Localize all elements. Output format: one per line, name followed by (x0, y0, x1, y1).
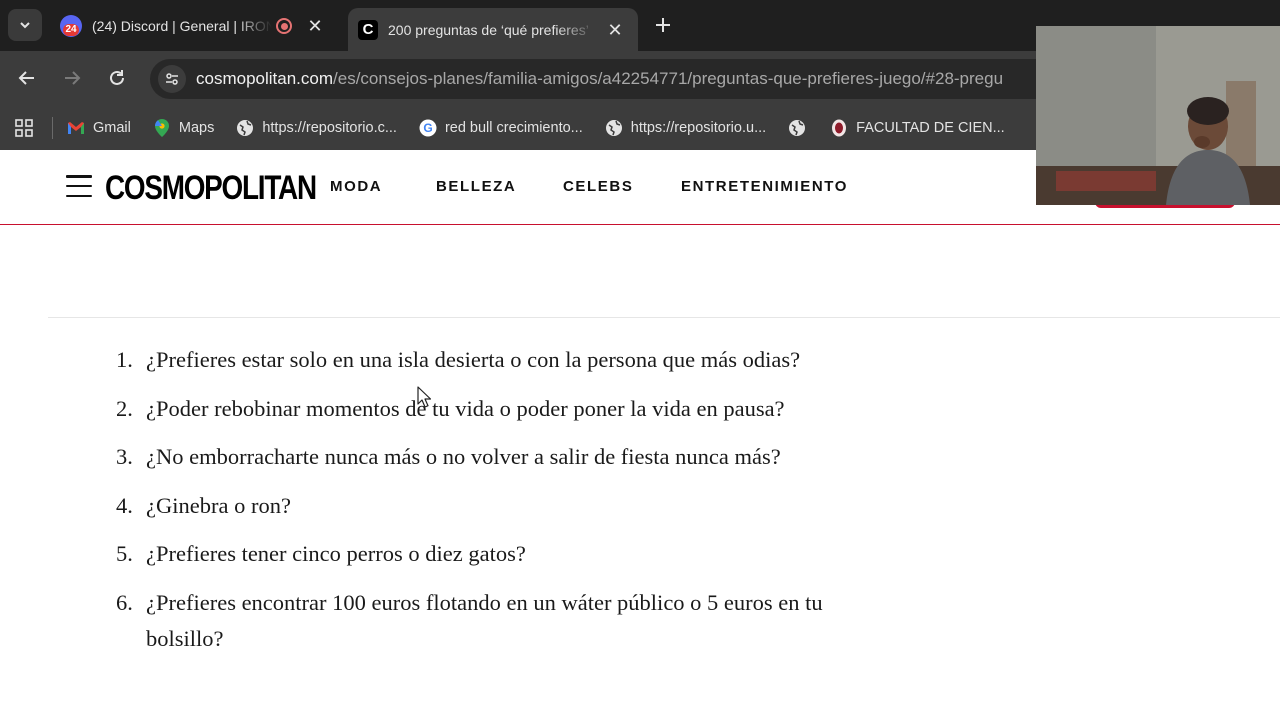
reload-button[interactable] (102, 63, 132, 93)
maps-icon (153, 119, 171, 137)
question-text: ¿No emborracharte nunca más o no volver … (146, 444, 781, 469)
chevron-down-icon (20, 22, 30, 29)
university-icon (830, 119, 848, 137)
bookmark-label: https://repositorio.u... (630, 120, 767, 136)
bookmark-label: https://repositorio.c... (262, 120, 397, 136)
list-item: 1. ¿Prefieres estar solo en una isla desi… (100, 342, 900, 378)
bookmark-label: Maps (178, 120, 215, 136)
site-settings-icon[interactable] (158, 65, 186, 93)
reload-icon (110, 70, 124, 85)
nav-celebs[interactable]: CELEBS (563, 178, 633, 195)
question-text: ¿Poder rebobinar momentos de tu vida o p… (146, 395, 785, 421)
bookmark-repositorio-c[interactable]: https://repositorio.c... (236, 119, 397, 137)
bookmark-label: red bull crecimiento... (444, 120, 583, 136)
new-tab-button[interactable] (650, 12, 676, 38)
discord-badge: 24 (63, 24, 79, 36)
list-item: 6. ¿Prefieres encontrar 100 euros flotand… (100, 585, 900, 657)
globe-icon (788, 119, 806, 137)
bookmark-untitled[interactable] (788, 119, 806, 137)
bookmark-maps[interactable]: Maps (153, 119, 214, 137)
question-text: ¿Prefieres tener cinco perros o diez gat… (146, 541, 526, 566)
close-tab-icon[interactable]: ✕ (606, 21, 624, 39)
menu-icon[interactable] (66, 175, 92, 197)
bookmark-repositorio-u[interactable]: https://repositorio.u... (605, 119, 766, 137)
google-icon: G (419, 119, 437, 137)
globe-icon (605, 119, 623, 137)
back-button[interactable] (12, 63, 42, 93)
question-text: ¿Prefieres estar solo en una isla desier… (146, 347, 801, 372)
bookmark-gmail[interactable]: Gmail (67, 119, 131, 137)
favicon-letter: C (362, 21, 374, 38)
list-item: 5. ¿Prefieres tener cinco perros o diez g… (100, 536, 900, 572)
bookmark-facultad[interactable]: FACULTAD DE CIEN... (830, 119, 1005, 137)
tab-discord[interactable]: 24 (24) Discord | General | IRON ✕ (50, 8, 342, 44)
recording-icon (276, 18, 292, 34)
arrow-right-icon (65, 71, 81, 85)
nav-moda[interactable]: MODA (330, 178, 382, 195)
webcam-overlay (1036, 26, 1280, 205)
item-number: 1. (116, 347, 133, 372)
question-text: ¿Prefieres encontrar 100 euros flotando … (146, 589, 823, 651)
item-number: 2. (116, 395, 133, 421)
questions-list: 1. ¿Prefieres estar solo en una isla desi… (100, 342, 900, 669)
item-number: 3. (116, 444, 133, 469)
svg-text:G: G (423, 121, 432, 135)
bookmark-label: Gmail (93, 120, 131, 136)
item-number: 5. (116, 541, 133, 566)
globe-icon (236, 119, 254, 137)
content-divider (48, 317, 1280, 318)
list-item: 4. ¿Ginebra o ron? (100, 488, 900, 524)
nav-belleza[interactable]: BELLEZA (436, 178, 516, 195)
mouse-cursor-icon (417, 386, 431, 408)
tab-title: 200 preguntas de ‘qué prefieres’ (388, 21, 589, 38)
tab-cosmopolitan[interactable]: C 200 preguntas de ‘qué prefieres’ ✕ (348, 8, 638, 51)
forward-button[interactable] (57, 63, 87, 93)
discord-icon: 24 (60, 15, 82, 37)
plus-icon (656, 18, 670, 32)
url-path: /es/consejos-planes/familia-amigos/a4225… (333, 69, 1004, 88)
bookmark-red-bull[interactable]: G red bull crecimiento... (419, 119, 583, 137)
gmail-icon (67, 119, 85, 137)
apps-grid-icon[interactable] (12, 116, 36, 140)
cosmopolitan-favicon: C (358, 19, 378, 40)
close-tab-icon[interactable]: ✕ (306, 17, 324, 35)
question-text: ¿Ginebra o ron? (146, 492, 291, 518)
item-number: 4. (116, 492, 133, 518)
tab-search-button[interactable] (8, 9, 42, 41)
nav-entretenimiento[interactable]: ENTRETENIMIENTO (681, 178, 848, 195)
url-text: cosmopolitan.com/es/consejos-planes/fami… (196, 69, 1003, 89)
arrow-left-icon (18, 71, 34, 85)
tab-title: (24) Discord | General | IRON (92, 18, 272, 34)
bookmark-label: FACULTAD DE CIEN... (856, 120, 1005, 136)
url-host: cosmopolitan.com (196, 69, 334, 88)
site-logo[interactable]: COSMOPOLITAN (105, 169, 317, 208)
item-number: 6. (116, 589, 133, 615)
bookmarks-divider (52, 117, 53, 139)
list-item: 2. ¿Poder rebobinar momentos de tu vida o… (100, 391, 900, 427)
webcam-video (1036, 26, 1280, 205)
list-item: 3. ¿No emborracharte nunca más o no volve… (100, 439, 900, 475)
